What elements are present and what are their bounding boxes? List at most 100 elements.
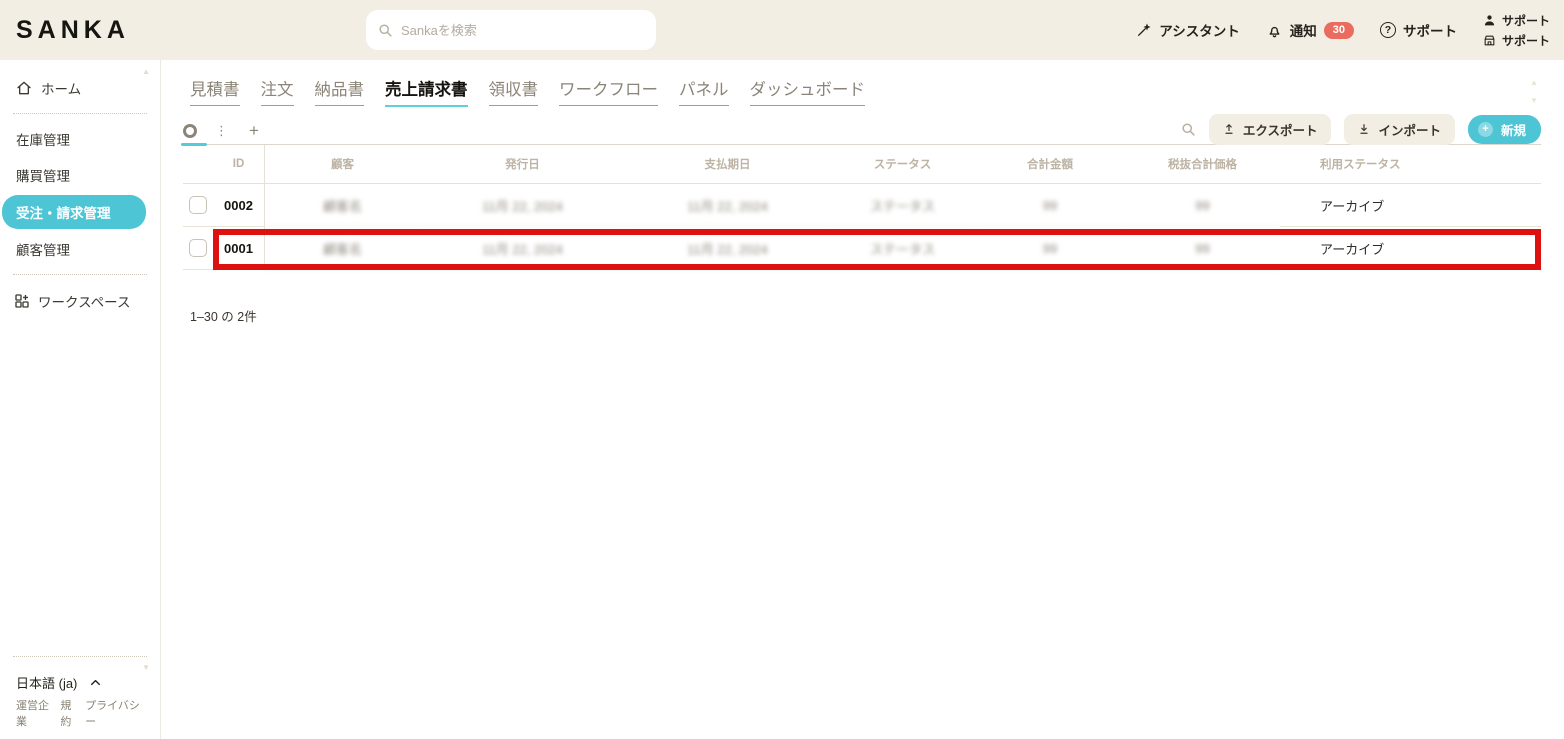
account-user-name: サポート — [1502, 12, 1550, 29]
column-header-status[interactable]: ステータス — [830, 145, 975, 184]
header-select-spacer — [183, 145, 213, 184]
bell-icon — [1266, 22, 1283, 39]
pagination-summary: 1–30 の 2件 — [190, 306, 1541, 325]
import-button[interactable]: インポート — [1344, 114, 1455, 145]
global-search[interactable] — [366, 10, 656, 50]
storefront-icon — [1483, 34, 1496, 47]
cell-usage-status[interactable]: アーカイブ — [1280, 227, 1541, 270]
sidebar-item-inventory[interactable]: 在庫管理 — [0, 121, 160, 157]
cell-due-date[interactable]: 11月 22, 2024 — [625, 184, 830, 227]
home-icon — [16, 80, 32, 96]
cell-id[interactable]: 0002 — [213, 184, 265, 227]
cell-status[interactable]: ステータス — [830, 184, 975, 227]
import-label: インポート — [1378, 120, 1441, 139]
language-selector[interactable]: 日本語 (ja) — [0, 664, 160, 695]
cell-subtotal[interactable]: 99 — [1125, 184, 1280, 227]
tab-orders[interactable]: 注文 — [261, 76, 294, 106]
search-icon — [378, 23, 393, 38]
column-header-subtotal[interactable]: 税抜合計価格 — [1125, 145, 1280, 184]
tab-delivery-notes[interactable]: 納品書 — [315, 76, 365, 106]
sidebar-customers-label: 顧客管理 — [16, 243, 70, 258]
tab-sales-invoices[interactable]: 売上請求書 — [385, 76, 468, 107]
assistant-label: アシスタント — [1159, 20, 1239, 40]
cell-total[interactable]: 99 — [975, 184, 1125, 227]
export-label: エクスポート — [1243, 120, 1318, 139]
plus-icon: + — [1478, 122, 1493, 137]
column-header-issue-date[interactable]: 発行日 — [420, 145, 625, 184]
table-search-button[interactable] — [1181, 122, 1196, 137]
row-checkbox-cell — [183, 227, 213, 270]
invoice-list-zone: ⋮ + エクスポート インポート + 新規 — [183, 117, 1541, 325]
user-icon — [1483, 14, 1496, 27]
scroll-up-icon: ▲ — [1530, 78, 1538, 87]
sidebar-inventory-label: 在庫管理 — [16, 133, 70, 148]
row-checkbox[interactable] — [189, 196, 207, 214]
view-options-kebab-icon[interactable]: ⋮ — [215, 123, 229, 139]
support-button[interactable]: ? サポート — [1380, 20, 1457, 40]
new-label: 新規 — [1501, 120, 1526, 139]
tabs-scroll-hints: ▲ ▼ — [1530, 78, 1538, 105]
new-button[interactable]: + 新規 — [1468, 115, 1541, 144]
tab-receipts[interactable]: 領収書 — [489, 76, 539, 106]
column-header-usage-status[interactable]: 利用ステータス — [1280, 145, 1541, 184]
cell-id[interactable]: 0001 — [213, 227, 265, 270]
link-terms[interactable]: 規約 — [60, 697, 80, 729]
account-menu[interactable]: サポート サポート — [1483, 12, 1550, 49]
sidebar-item-orders-billing[interactable]: 受注・請求管理 — [2, 195, 146, 229]
legal-links: 運営企業 規約 プライバシー — [0, 695, 160, 733]
account-org-name: サポート — [1502, 32, 1550, 49]
row-checkbox[interactable] — [189, 239, 207, 257]
tab-quotes[interactable]: 見積書 — [190, 76, 240, 106]
cell-subtotal[interactable]: 99 — [1125, 227, 1280, 270]
tab-dashboard[interactable]: ダッシュボード — [750, 76, 866, 106]
assistant-button[interactable]: アシスタント — [1136, 20, 1239, 40]
view-tab[interactable] — [183, 117, 203, 144]
language-label: 日本語 (ja) — [16, 673, 77, 692]
cell-due-date[interactable]: 11月 22, 2024 — [625, 227, 830, 270]
magic-wand-icon — [1136, 22, 1152, 38]
column-header-id[interactable]: ID — [213, 145, 265, 184]
cell-issue-date[interactable]: 11月 22, 2024 — [420, 227, 625, 270]
export-icon — [1223, 123, 1235, 135]
sidebar-item-home[interactable]: ホーム — [0, 68, 160, 106]
cell-customer[interactable]: 顧客名 — [265, 227, 420, 270]
sidebar-workspace-label: ワークスペース — [38, 291, 130, 311]
row-checkbox-cell — [183, 184, 213, 227]
sidebar-item-customers[interactable]: 顧客管理 — [0, 231, 160, 267]
link-privacy[interactable]: プライバシー — [85, 697, 144, 729]
invoice-table: ID 顧客 発行日 支払期日 ステータス 合計金額 税抜合計価格 利用ステータス… — [183, 145, 1541, 270]
cell-total[interactable]: 99 — [975, 227, 1125, 270]
app-logo: SANKA — [16, 16, 124, 45]
support-label: サポート — [1403, 20, 1457, 40]
sidebar-item-purchasing[interactable]: 購買管理 — [0, 157, 160, 193]
cell-issue-date[interactable]: 11月 22, 2024 — [420, 184, 625, 227]
help-icon: ? — [1380, 22, 1396, 38]
scroll-down-icon: ▼ — [1530, 96, 1538, 105]
document-tabs: 見積書 注文 納品書 売上請求書 領収書 ワークフロー パネル ダッシュボード — [190, 76, 1564, 107]
header-actions: アシスタント 通知 30 ? サポート サポート サポート — [1136, 12, 1550, 49]
cell-status[interactable]: ステータス — [830, 227, 975, 270]
notifications-button[interactable]: 通知 30 — [1266, 20, 1354, 40]
sidebar-divider — [13, 113, 147, 114]
tab-panel[interactable]: パネル — [679, 76, 729, 106]
active-view-underline — [181, 143, 207, 146]
export-button[interactable]: エクスポート — [1209, 114, 1332, 145]
workspace-grid-icon — [14, 293, 30, 309]
search-input[interactable] — [401, 23, 644, 38]
sidebar-divider — [13, 274, 147, 275]
tab-workflow[interactable]: ワークフロー — [559, 76, 658, 106]
column-header-total[interactable]: 合計金額 — [975, 145, 1125, 184]
sidebar-purchasing-label: 購買管理 — [16, 169, 70, 184]
column-header-due-date[interactable]: 支払期日 — [625, 145, 830, 184]
link-company[interactable]: 運営企業 — [16, 697, 55, 729]
cell-customer[interactable]: 顧客名 — [265, 184, 420, 227]
search-icon — [1181, 122, 1196, 137]
column-header-customer[interactable]: 顧客 — [265, 145, 420, 184]
add-view-button[interactable]: + — [249, 122, 259, 139]
sidebar-item-workspace[interactable]: ワークスペース — [0, 282, 160, 320]
cell-usage-status[interactable]: アーカイブ — [1280, 184, 1541, 227]
notifications-count-badge: 30 — [1324, 22, 1354, 39]
sidebar-divider — [13, 656, 147, 657]
sidebar: ▲ ホーム 在庫管理 購買管理 受注・請求管理 顧客管理 ワークスペース ▼ 日… — [0, 60, 161, 739]
sidebar-home-label: ホーム — [41, 78, 81, 98]
